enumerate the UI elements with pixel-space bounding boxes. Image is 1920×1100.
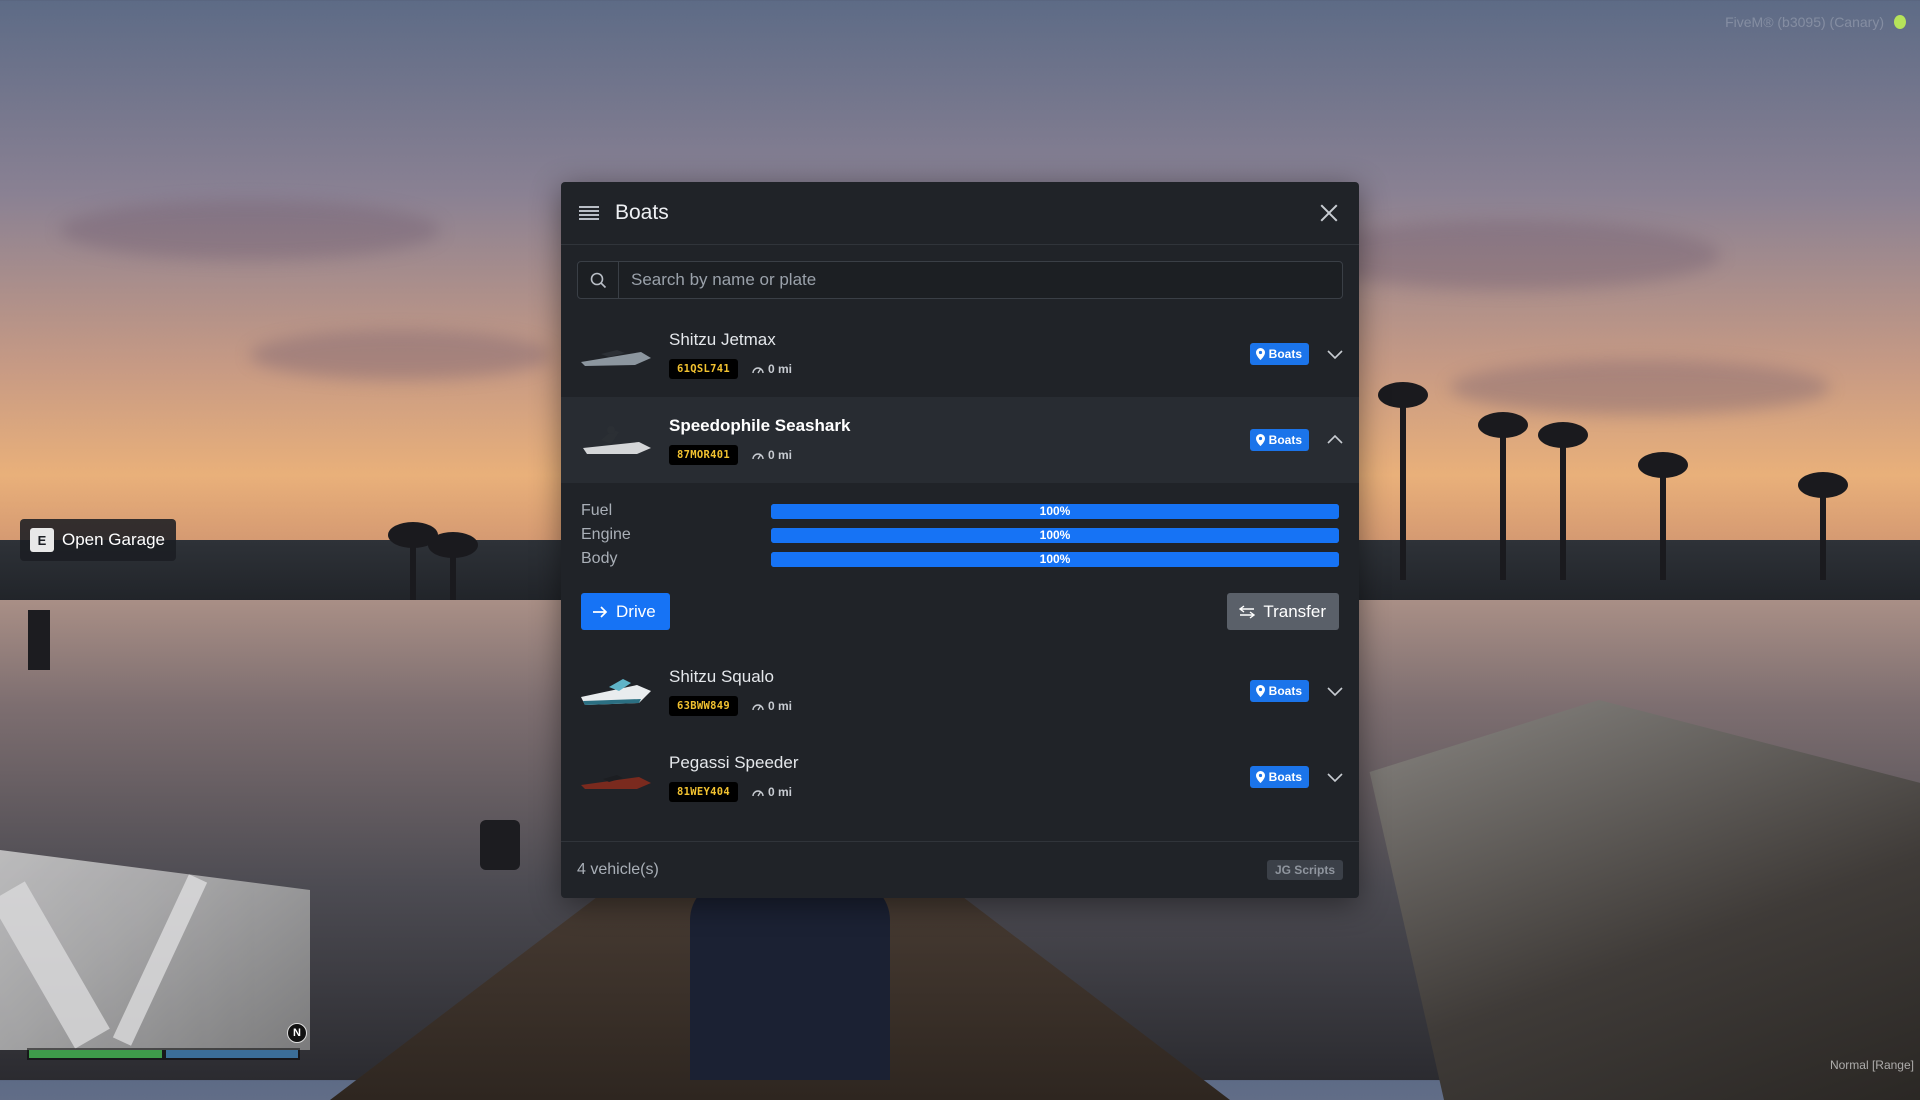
map-pin-icon [1255, 685, 1265, 697]
speedometer-icon [752, 452, 764, 459]
mileage-value: 0 mi [767, 447, 792, 462]
server-tag: FiveM® (b3095) (Canary) [1725, 14, 1884, 30]
panel-footer: 4 vehicle(s) JG Scripts [561, 841, 1359, 898]
license-plate: 61QSL741 [669, 358, 738, 379]
brand-badge: JG Scripts [1266, 860, 1343, 880]
speedometer-icon [752, 703, 764, 710]
location-label: Boats [1268, 347, 1302, 361]
vehicle-details: Fuel 100% Engine 100% Body 100% Drive Tr… [561, 483, 1359, 630]
key-e-icon: E [30, 528, 54, 552]
panel-header: Boats [561, 182, 1359, 245]
stat-value: 100% [1039, 527, 1071, 542]
location-badge: Boats [1249, 766, 1309, 788]
vehicle-row[interactable]: Shitzu Jetmax 61QSL741 0 mi Boats [561, 311, 1359, 397]
cloud [1300, 220, 1720, 290]
player-character [690, 880, 890, 1080]
fuel-stat: Fuel 100% [581, 499, 1339, 523]
speedometer-icon [752, 366, 764, 373]
transfer-label: Transfer [1263, 601, 1326, 621]
search-input[interactable] [619, 263, 1342, 297]
drive-button[interactable]: Drive [581, 593, 670, 630]
jetski-thumbnail [579, 418, 653, 462]
palm-tree [1538, 422, 1588, 580]
palm-tree [1478, 412, 1528, 580]
cloud [250, 330, 550, 380]
stat-value: 100% [1039, 503, 1071, 518]
panel-title: Boats [615, 201, 669, 224]
cloud [60, 200, 440, 260]
chevron-down-icon[interactable] [1327, 683, 1343, 699]
vehicle-row[interactable]: Shitzu Squalo 63BWW849 0 mi Boats [561, 648, 1359, 734]
palm-tree [388, 522, 438, 600]
mileage: 0 mi [752, 362, 792, 376]
dock-bollard [480, 820, 520, 870]
body-stat: Body 100% [581, 547, 1339, 571]
license-plate: 87MOR401 [669, 444, 738, 465]
drive-label: Drive [616, 601, 656, 621]
map-pin-icon [1255, 348, 1265, 360]
vehicle-name: Speedophile Seashark [669, 415, 851, 435]
fuel-progress-bar: 100% [771, 503, 1339, 519]
vehicle-row-expanded[interactable]: Speedophile Seashark 87MOR401 0 mi Boats [561, 397, 1359, 483]
boat-thumbnail [579, 669, 653, 713]
map-pin-icon [1255, 434, 1265, 446]
engine-stat: Engine 100% [581, 523, 1339, 547]
vehicle-count: 4 vehicle(s) [577, 861, 659, 878]
stat-label: Body [581, 550, 618, 567]
mileage-value: 0 mi [767, 784, 792, 799]
cloud [1450, 360, 1830, 415]
mileage-value: 0 mi [767, 361, 792, 376]
boat-thumbnail [579, 332, 653, 376]
vehicle-row[interactable]: Pegassi Speeder 81WEY404 0 mi Boats [561, 734, 1359, 820]
arrow-right-icon [593, 605, 608, 618]
voice-mode-label: Normal [Range] [1829, 1058, 1914, 1072]
prompt-label: Open Garage [62, 530, 166, 549]
waves-icon [579, 206, 599, 220]
license-plate: 81WEY404 [669, 781, 738, 802]
compass-north-icon: N [287, 1023, 307, 1043]
stat-label: Engine [581, 526, 631, 543]
location-badge: Boats [1249, 429, 1309, 451]
boat-thumbnail [579, 755, 653, 799]
speedometer-icon [752, 789, 764, 796]
armor-bar [166, 1050, 298, 1058]
search-icon [578, 262, 619, 298]
palm-tree [1378, 382, 1428, 580]
stat-label: Fuel [581, 502, 613, 519]
chevron-down-icon[interactable] [1327, 769, 1343, 785]
mileage: 0 mi [752, 699, 792, 713]
location-badge: Boats [1249, 343, 1309, 365]
body-progress-bar: 100% [771, 551, 1339, 567]
stat-value: 100% [1039, 551, 1071, 566]
buoy [28, 610, 50, 670]
health-bar [29, 1050, 162, 1058]
transfer-button[interactable]: Transfer [1227, 593, 1339, 630]
location-label: Boats [1268, 684, 1302, 698]
vehicle-name: Shitzu Squalo [669, 666, 774, 686]
license-plate: 63BWW849 [669, 695, 738, 716]
palm-tree [428, 532, 478, 600]
garage-panel: Boats Shitzu Jetmax 61QSL741 0 mi Boats [561, 182, 1359, 898]
mileage-value: 0 mi [767, 698, 792, 713]
status-dot-icon [1894, 15, 1906, 29]
chevron-down-icon[interactable] [1327, 346, 1343, 362]
palm-tree [1798, 472, 1848, 580]
location-label: Boats [1268, 433, 1302, 447]
palm-tree [1638, 452, 1688, 580]
open-garage-prompt[interactable]: E Open Garage [20, 519, 177, 561]
transfer-arrows-icon [1239, 604, 1256, 619]
engine-progress-bar: 100% [771, 527, 1339, 543]
mileage: 0 mi [752, 448, 792, 462]
chevron-up-icon[interactable] [1327, 432, 1343, 448]
close-button[interactable] [1317, 201, 1341, 225]
location-label: Boats [1268, 770, 1302, 784]
location-badge: Boats [1249, 680, 1309, 702]
mileage: 0 mi [752, 785, 792, 799]
search-box [577, 261, 1343, 299]
map-pin-icon [1255, 771, 1265, 783]
vehicle-name: Shitzu Jetmax [669, 329, 776, 349]
vehicle-name: Pegassi Speeder [669, 752, 799, 772]
